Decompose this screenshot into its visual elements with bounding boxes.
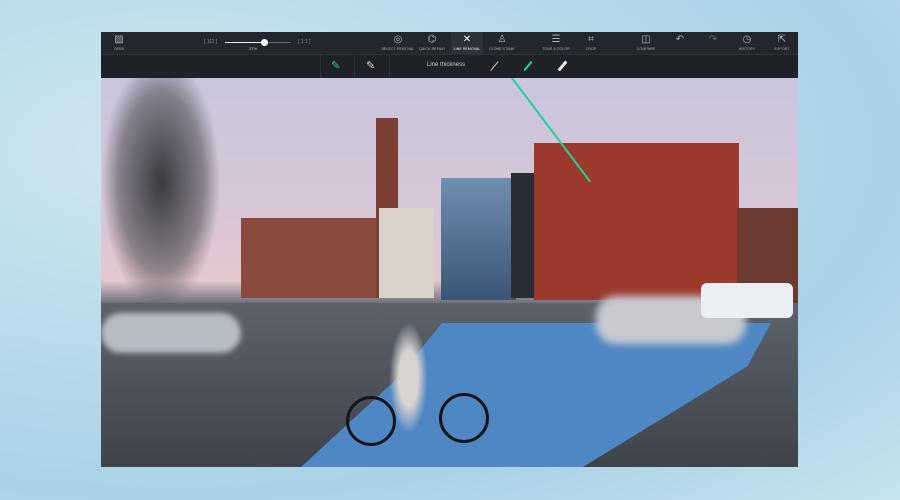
zoom-slider-knob[interactable] <box>261 39 268 46</box>
medium-line-option[interactable] <box>523 60 533 72</box>
history-button[interactable]: ◷ HISTORY <box>737 34 757 54</box>
select-removal-icon: ◎ <box>393 34 403 45</box>
redo-icon: ↷ <box>708 34 718 45</box>
bike-wheel <box>439 393 489 443</box>
bike-wheel <box>346 396 396 446</box>
crop-button[interactable]: ⌗ CROP <box>581 34 601 54</box>
export-icon: ⇱ <box>777 34 787 45</box>
main-toolbar: ▨ OPEN [ 111 ] 37% [ 1:1 ] ◎ SELECT REMOVA… <box>101 32 798 55</box>
moving-car <box>101 313 241 353</box>
sliders-icon: ☰ <box>551 34 561 45</box>
brush-line-tool-icon[interactable]: ✎ <box>331 59 340 72</box>
white-van <box>701 283 793 318</box>
thick-line-option[interactable] <box>557 60 568 72</box>
clone-stamp-button[interactable]: ♙ CLONE STAMP <box>486 34 518 54</box>
stamp-icon: ♙ <box>497 34 507 45</box>
tree <box>101 78 221 308</box>
red-brick-building <box>534 143 739 300</box>
select-removal-button[interactable]: ◎ SELECT REMOVAL <box>382 34 415 54</box>
compare-icon: ◫ <box>641 34 651 45</box>
glass-building <box>441 178 516 300</box>
line-thickness-label: Line thickness <box>427 62 466 68</box>
building <box>241 218 381 298</box>
zoom-slider[interactable] <box>225 39 291 46</box>
photo-canvas[interactable] <box>101 78 798 467</box>
line-removal-icon: ✕ <box>462 34 472 45</box>
undo-button[interactable]: ↶ <box>673 34 687 54</box>
building <box>511 173 536 298</box>
building <box>379 208 434 298</box>
quick-repair-button[interactable]: ⌬ QUICK REPAIR <box>417 34 447 54</box>
zoom-actual-button[interactable]: [ 1:1 ] <box>298 39 311 45</box>
export-button[interactable]: ⇱ EXPORT <box>772 34 792 54</box>
app-window: ▨ OPEN [ 111 ] 37% [ 1:1 ] ◎ SELECT REMOVA… <box>101 32 798 467</box>
eraser-line-tool-icon[interactable]: ✎ <box>366 59 375 72</box>
open-button[interactable]: ▨ OPEN <box>109 34 129 54</box>
crop-icon: ⌗ <box>588 34 594 45</box>
undo-icon: ↶ <box>675 34 685 45</box>
line-removal-button[interactable]: ✕ LINE REMOVAL <box>451 32 483 55</box>
zoom-percent: 37% <box>249 46 258 51</box>
thin-line-option[interactable] <box>490 61 499 71</box>
tool-options-bar: ✎ ✎ Line thickness <box>101 55 798 78</box>
tone-color-button[interactable]: ☰ TONE & COLOR <box>541 34 571 54</box>
bandage-icon: ⌬ <box>427 34 437 45</box>
redo-button[interactable]: ↷ <box>706 34 720 54</box>
zoom-fit-button[interactable]: [ 111 ] <box>204 39 217 45</box>
clock-icon: ◷ <box>742 34 752 45</box>
image-icon: ▨ <box>114 34 124 45</box>
compare-button[interactable]: ◫ COMPARE <box>633 34 659 54</box>
